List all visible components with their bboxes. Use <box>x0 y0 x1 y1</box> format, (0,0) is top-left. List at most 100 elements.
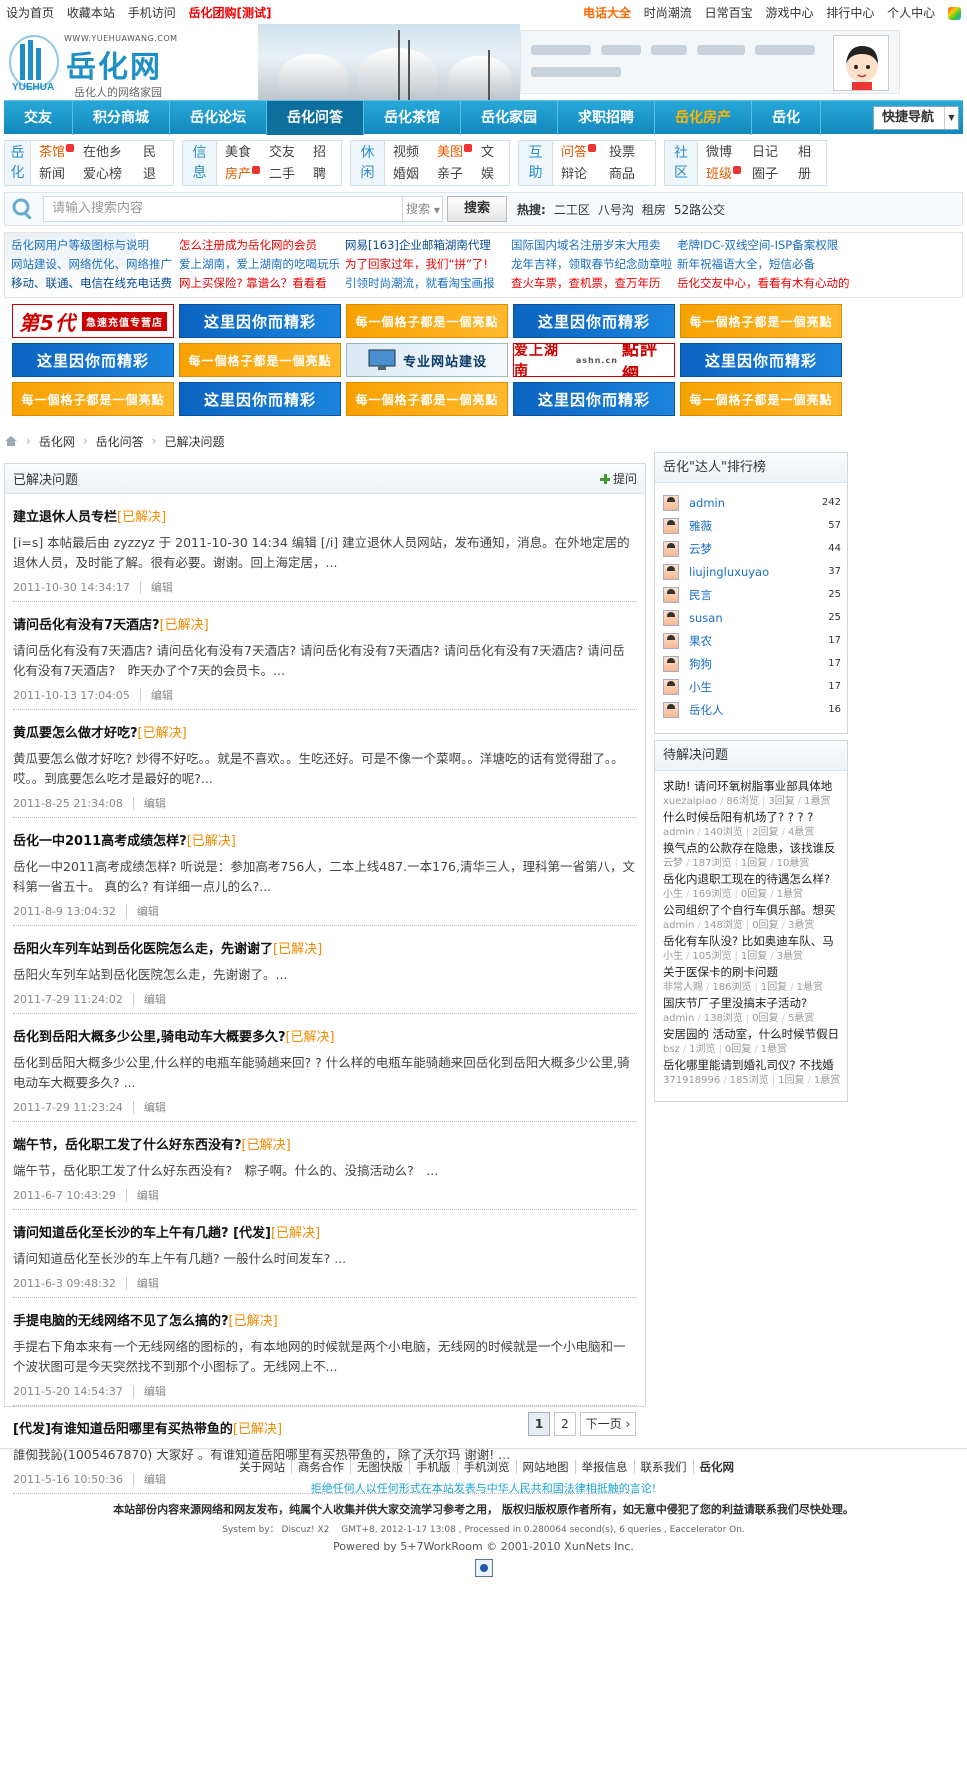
stats-icon[interactable] <box>474 1559 493 1577</box>
cat-link[interactable]: 房产 <box>225 165 269 184</box>
text-link[interactable]: 网站建设、网络优化、网络推广 <box>11 256 172 273</box>
fashion-link[interactable]: 时尚潮流 <box>644 6 692 20</box>
text-link[interactable]: 怎么注册成为岳化网的会员 <box>179 237 340 254</box>
ranking-user[interactable]: 雅薇 <box>689 518 828 534</box>
pending-question[interactable]: 岳化有车队没? 比如奥迪车队、马 <box>663 934 841 949</box>
ad-slot-blue[interactable]: 这里因你而精彩 <box>179 382 341 416</box>
ad-slot-orange[interactable]: 每一個格子都是一個亮點 <box>680 382 842 416</box>
nav-item-realestate[interactable]: 岳化房产 <box>655 100 752 135</box>
pending-user[interactable]: 371918996 <box>663 1075 720 1086</box>
avatar-icon[interactable] <box>663 701 679 718</box>
edit-link[interactable]: 编辑 <box>132 1101 166 1114</box>
app-icon[interactable] <box>948 6 961 20</box>
search-button[interactable]: 搜索 <box>447 196 507 222</box>
text-link[interactable]: 老牌IDC-双线空间-ISP备案权限 <box>677 237 850 254</box>
cat-link[interactable]: 招 <box>313 144 341 162</box>
cat-link[interactable]: 民 <box>143 144 173 162</box>
footer-link[interactable]: 关于网站 <box>233 1460 291 1474</box>
hot-keyword[interactable]: 八号沟 <box>598 201 634 218</box>
footer-link[interactable]: 手机浏览 <box>456 1460 516 1474</box>
phone-directory-link[interactable]: 电话大全 <box>583 6 631 20</box>
pending-user[interactable]: admin <box>663 920 694 931</box>
hot-keyword[interactable]: 二工区 <box>554 201 590 218</box>
edit-link[interactable]: 编辑 <box>125 905 159 918</box>
ranking-user[interactable]: 岳化人 <box>689 702 828 718</box>
avatar-icon[interactable] <box>663 586 679 603</box>
cat-link[interactable]: 婚姻 <box>393 166 437 184</box>
pending-user[interactable]: admin <box>663 827 694 838</box>
thread-title[interactable]: 请问知道岳化至长沙的车上午有几趟? [代发][已解决] <box>13 1222 637 1241</box>
hot-keyword[interactable]: 52路公交 <box>674 201 725 218</box>
game-center-link[interactable]: 游戏中心 <box>765 6 813 20</box>
pending-user[interactable]: xuezaipiao <box>663 796 717 807</box>
footer-link[interactable]: 无图快版 <box>350 1460 409 1474</box>
pending-question[interactable]: 求助! 请问环氧树脂事业部具体地 <box>663 779 841 794</box>
footer-link[interactable]: 手机版 <box>409 1460 457 1474</box>
text-link[interactable]: 移动、联通、电信在线充电话费 <box>11 275 172 292</box>
text-link[interactable]: 新年祝福语大全，短信必备 <box>677 256 850 273</box>
bookmark-link[interactable]: 收藏本站 <box>67 6 115 20</box>
text-link[interactable]: 国际国内域名注册岁末大甩卖 <box>511 237 672 254</box>
cat-link[interactable]: 退 <box>143 166 173 184</box>
pending-user[interactable]: 小生 <box>663 951 683 962</box>
ad-dianping[interactable]: 爱上湖南 ashn.cn 點評網 <box>513 343 675 377</box>
text-link[interactable]: 龙年吉祥，领取春节纪念勋章啦 <box>511 256 672 273</box>
cat-link[interactable]: 文 <box>481 144 509 162</box>
avatar-icon[interactable] <box>663 494 679 511</box>
ad-slot-orange[interactable]: 每一個格子都是一個亮點 <box>346 304 508 338</box>
ad-slot-blue[interactable]: 这里因你而精彩 <box>179 304 341 338</box>
quick-nav-button[interactable]: 快捷导航 ▼ <box>873 106 959 130</box>
cat-link[interactable]: 微博 <box>706 144 752 162</box>
text-link[interactable]: 查火车票，查机票，查万年历 <box>511 275 672 292</box>
ask-question-button[interactable]: 提问 <box>599 470 637 487</box>
edit-link[interactable]: 编辑 <box>132 1385 166 1398</box>
pending-user[interactable]: 云梦 <box>663 858 683 869</box>
footer-brand[interactable]: 岳化网 <box>692 1460 734 1474</box>
thread-title[interactable]: 黄瓜要怎么做才好吃?[已解决] <box>13 722 637 741</box>
ranking-user[interactable]: 云梦 <box>689 541 828 557</box>
nav-item-yuehua[interactable]: 岳化 <box>752 100 821 135</box>
breadcrumb-site[interactable]: 岳化网 <box>39 433 75 450</box>
cat-link[interactable]: 相 <box>798 144 826 162</box>
ad-slot-blue[interactable]: 这里因你而精彩 <box>680 343 842 377</box>
cat-link[interactable]: 交友 <box>269 144 313 162</box>
pending-question[interactable]: 国庆节厂子里没搞末子活动? <box>663 996 841 1011</box>
cat-link[interactable]: 圈子 <box>752 166 798 184</box>
nav-item-dating[interactable]: 交友 <box>4 100 73 135</box>
edit-link[interactable]: 编辑 <box>132 993 166 1006</box>
group-buy-link[interactable]: 岳化团购[测试] <box>189 6 272 20</box>
thread-title[interactable]: 岳阳火车列车站到岳化医院怎么走，先谢谢了[已解决] <box>13 938 637 957</box>
cat-link[interactable]: 册 <box>798 166 826 184</box>
thread-title[interactable]: 请问岳化有没有7天酒店?[已解决] <box>13 614 637 633</box>
cat-link[interactable]: 二手 <box>269 166 313 184</box>
home-icon[interactable] <box>4 435 18 447</box>
ad-web-building[interactable]: 专业网站建设 <box>346 343 508 377</box>
avatar-icon[interactable] <box>663 517 679 534</box>
pending-question[interactable]: 关于医保卡的刷卡问题 <box>663 965 841 980</box>
pending-question[interactable]: 什么时候岳阳有机场了? ? ? ? <box>663 810 841 825</box>
ranking-center-link[interactable]: 排行中心 <box>826 6 874 20</box>
pending-question[interactable]: 公司组织了个自行车俱乐部。想买 <box>663 903 841 918</box>
footer-link[interactable]: 举报信息 <box>574 1460 634 1474</box>
cat-link[interactable]: 茶馆 <box>39 144 83 162</box>
ranking-user[interactable]: 民言 <box>689 587 828 603</box>
thread-title[interactable]: 岳化一中2011高考成绩怎样?[已解决] <box>13 830 637 849</box>
ranking-user[interactable]: admin <box>689 496 822 510</box>
set-homepage-link[interactable]: 设为首页 <box>6 6 54 20</box>
cat-link[interactable]: 爱心榜 <box>83 166 143 184</box>
ranking-user[interactable]: 小生 <box>689 679 828 695</box>
avatar-icon[interactable] <box>663 540 679 557</box>
ad-slot-blue[interactable]: 这里因你而精彩 <box>513 304 675 338</box>
ad-slot-blue[interactable]: 这里因你而精彩 <box>12 343 174 377</box>
pending-question[interactable]: 岳化内退职工现在的待遇怎么样? <box>663 872 841 887</box>
cat-link[interactable]: 娱 <box>481 166 509 184</box>
pending-user[interactable]: admin <box>663 1013 694 1024</box>
user-avatar[interactable] <box>833 35 889 91</box>
footer-link[interactable]: 网站地图 <box>515 1460 575 1474</box>
avatar-icon[interactable] <box>663 609 679 626</box>
cat-link[interactable]: 问答 <box>561 144 609 162</box>
cat-link[interactable]: 日记 <box>752 144 798 162</box>
avatar-icon[interactable] <box>663 632 679 649</box>
pending-question[interactable]: 安居园的 活动室，什么时候节假日 <box>663 1027 841 1042</box>
ad-slot-orange[interactable]: 每一個格子都是一個亮點 <box>346 382 508 416</box>
